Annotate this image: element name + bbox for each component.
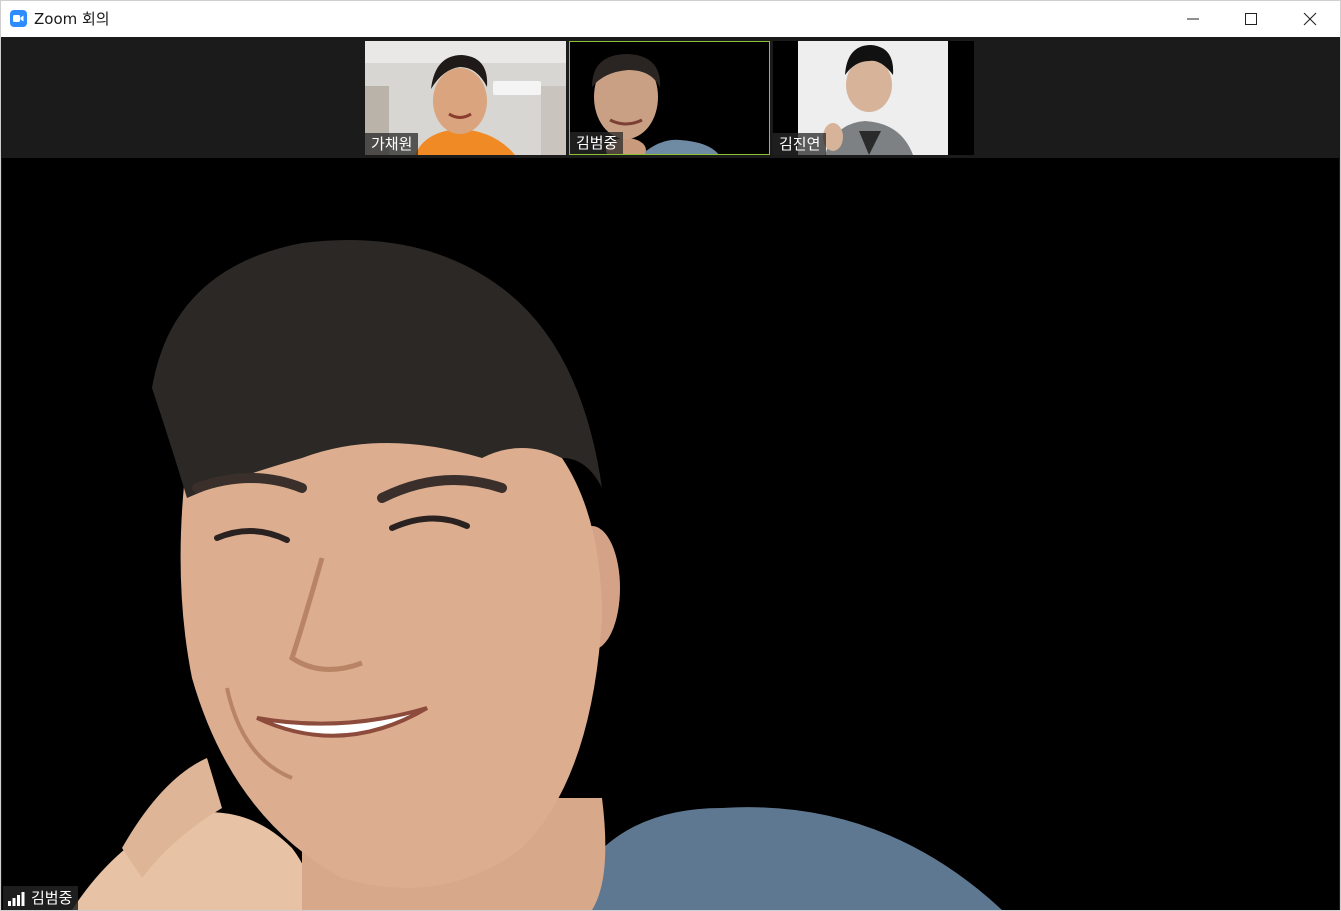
speaker-name-label: 김범중 bbox=[3, 886, 79, 910]
participant-strip: 가채원 김범중 김진연 bbox=[1, 37, 1340, 158]
speaker-video-frame bbox=[2, 158, 1339, 910]
main-speaker-video[interactable]: 김범중 bbox=[2, 158, 1339, 910]
window-title: Zoom 회의 bbox=[34, 10, 110, 28]
maximize-button[interactable] bbox=[1222, 1, 1280, 37]
speaker-name: 김범중 bbox=[31, 889, 73, 907]
minimize-button[interactable] bbox=[1164, 1, 1222, 37]
close-icon bbox=[1303, 12, 1317, 26]
participant-name: 김진연 bbox=[773, 133, 827, 155]
signal-strength-icon bbox=[8, 892, 25, 906]
participant-tile-active[interactable]: 김범중 bbox=[569, 41, 770, 155]
zoom-camera-icon bbox=[10, 10, 27, 27]
participant-tile[interactable]: 가채원 bbox=[365, 41, 566, 155]
minimize-icon bbox=[1187, 18, 1199, 20]
participant-name: 가채원 bbox=[365, 133, 419, 155]
close-button[interactable] bbox=[1281, 1, 1339, 37]
maximize-icon bbox=[1245, 13, 1257, 25]
participant-tile[interactable]: 김진연 bbox=[773, 41, 974, 155]
title-bar[interactable]: Zoom 회의 bbox=[1, 1, 1340, 37]
participant-name: 김범중 bbox=[570, 132, 624, 154]
zoom-meeting-window: Zoom 회의 가채원 김범중 김진연 김범중 bbox=[0, 0, 1341, 911]
